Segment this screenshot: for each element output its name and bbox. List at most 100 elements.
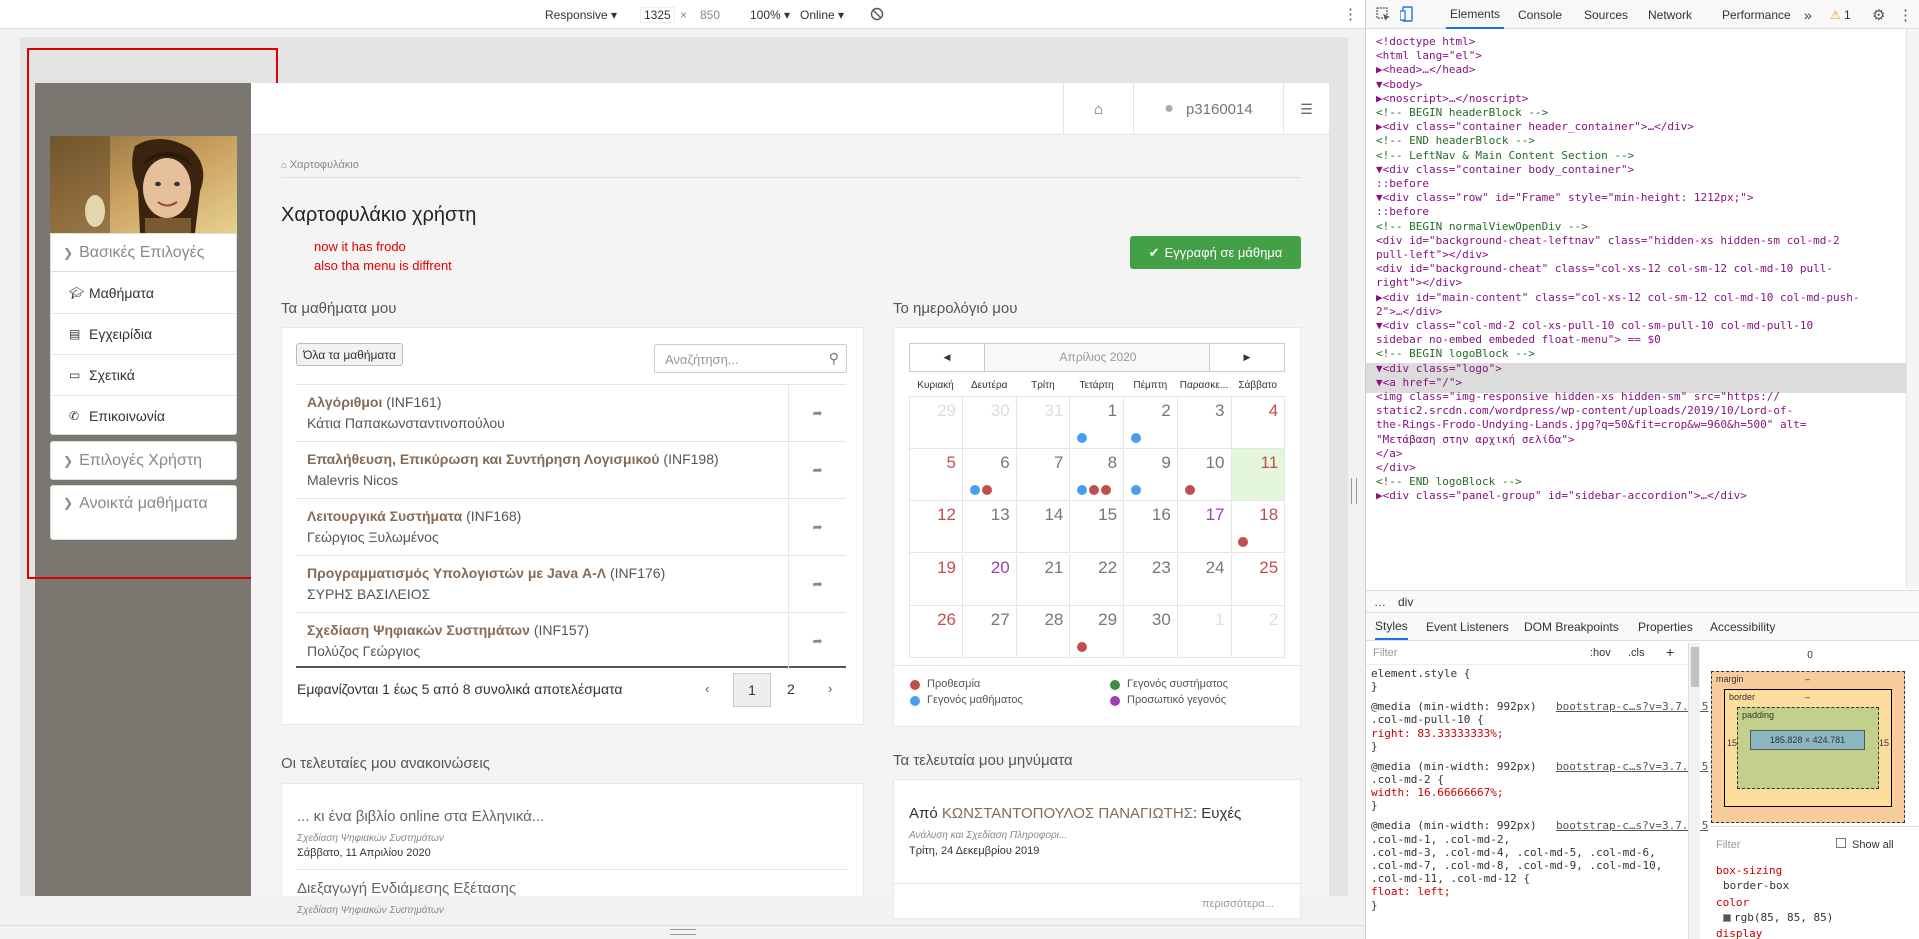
calendar-day[interactable]: 27 [963,605,1017,658]
event-dot[interactable] [1238,537,1249,548]
calendar-day[interactable]: 1 [1071,397,1125,449]
tab-console[interactable]: Console [1518,0,1562,29]
page-1[interactable]: 1 [733,673,771,707]
calendar-day[interactable]: 10 [1178,449,1232,502]
style-rule-line[interactable]: } [1371,799,1378,812]
calendar-day[interactable]: 2 [1232,605,1286,658]
device-select[interactable]: Responsive ▾ [545,8,617,22]
source-link[interactable]: bootstrap-c…s?v=3.7.5:5 [1556,700,1708,713]
enter-course-icon[interactable]: ➦ [788,442,846,498]
show-all-checkbox[interactable] [1836,838,1846,848]
dom-node-line[interactable]: ▶<head>…</head> [1376,63,1475,76]
announcement-title[interactable]: ... κι ένα βιβλίο online στα Ελληνικά... [297,808,544,825]
calendar-day[interactable]: 2 [1124,397,1178,449]
next-month-button[interactable]: ▶ [1209,344,1284,371]
style-rule-line[interactable]: .col-md-2 { [1371,773,1444,786]
enter-course-icon[interactable]: ➦ [788,556,846,612]
table-row[interactable]: Προγραμματισμός Υπολογιστών με Java Α-Λ … [296,555,846,612]
calendar-day[interactable]: 7 [1017,449,1071,502]
cls-toggle[interactable]: .cls [1628,647,1645,659]
page-prev[interactable]: ‹ [705,681,709,696]
enter-course-icon[interactable]: ➦ [788,499,846,555]
settings-button[interactable]: ☰ [1283,83,1329,135]
calendar-day[interactable]: 16 [1124,501,1178,554]
more-options-icon[interactable]: ⋮ [1343,5,1358,23]
calendar-day[interactable]: 31 [1017,397,1071,449]
device-toolbar-icon[interactable] [1400,6,1415,22]
announcement-title[interactable]: Διεξαγωγή Ενδιάμεσης Εξέτασης [297,880,516,897]
dom-scrollbar[interactable] [1906,29,1919,589]
dom-node-line[interactable]: ::before [1376,205,1429,218]
warning-icon[interactable]: ⚠ [1830,0,1841,29]
dom-node-line[interactable]: </a> [1376,447,1403,460]
tab-styles[interactable]: Styles [1375,614,1408,640]
home-button[interactable]: ⌂ [1063,83,1133,135]
more-tabs-button[interactable]: » [1804,0,1812,29]
table-row[interactable]: Σχεδίαση Ψηφιακών Συστημάτων (INF157) Πολ… [296,612,846,669]
dom-node-line[interactable]: right"></div> [1376,276,1462,289]
dom-node-line[interactable]: </div> [1376,461,1416,474]
event-dot[interactable] [981,485,992,496]
computed-prop[interactable]: display [1716,927,1762,939]
dom-node-line[interactable]: <!-- BEGIN logoBlock --> [1376,347,1535,360]
event-dot[interactable] [1130,433,1141,443]
calendar-day[interactable]: 30 [963,397,1017,449]
table-row[interactable]: Αλγόριθμοι (INF161) Κάτια Παπακωνσταντινο… [296,384,846,441]
event-dot[interactable] [1089,485,1100,496]
dom-node-line[interactable]: <div id="background-cheat-leftnav" class… [1376,234,1840,247]
style-rule-line[interactable]: .col-md-3, .col-md-4, .col-md-5, .col-md… [1371,846,1656,859]
event-dot[interactable] [1077,485,1088,496]
calendar-day[interactable]: 4 [1232,397,1286,449]
dom-node-line[interactable]: <!-- BEGIN normalViewOpenDiv --> [1376,220,1588,233]
dom-node-line[interactable]: ▼<div class="logo"> [1376,362,1502,375]
dom-node-line[interactable]: ▼<body> [1376,78,1422,91]
calendar-day[interactable]: 13 [963,501,1017,554]
dom-node-line[interactable]: ▼<a href="/"> [1376,376,1462,389]
calendar-day[interactable]: 24 [1178,553,1232,606]
register-course-button[interactable]: ✔ Εγγραφή σε μάθημα [1130,236,1301,269]
calendar-day[interactable]: 30 [1124,605,1178,658]
styles-scrollbar[interactable] [1688,643,1700,939]
dom-node-line[interactable]: ::before [1376,177,1429,190]
dom-node-line[interactable]: ▶<div id="main-content" class="col-xs-12… [1376,291,1859,304]
calendar-day[interactable]: 17 [1178,501,1232,554]
computed-filter-input[interactable]: Filter [1716,839,1740,851]
dom-node-line[interactable]: the-Rings-Frodo-Undying-Lands.jpg?q=50&f… [1376,418,1806,431]
style-rule-line[interactable]: @media (min-width: 992px) [1371,700,1537,713]
dom-node-line[interactable]: <img class="img-responsive hidden-xs hid… [1376,390,1780,403]
style-rule-line[interactable]: width: 16.66666667%; [1371,786,1503,799]
dom-node-line[interactable]: ▼<div class="col-md-2 col-xs-pull-10 col… [1376,319,1813,332]
message-title[interactable]: Από ΚΩΝΣΤΑΝΤΟΠΟΥΛΟΣ ΠΑΝΑΓΙΩΤΗΣ: Ευχές [909,805,1241,822]
new-rule-button[interactable]: + [1666,644,1674,660]
source-link[interactable]: bootstrap-c…s?v=3.7.5:5 [1556,760,1708,773]
dom-node-line[interactable]: <div id="background-cheat" class="col-xs… [1376,262,1833,275]
calendar-day[interactable]: 8 [1071,449,1125,502]
dom-node-line[interactable]: ▶<noscript>…</noscript> [1376,92,1528,105]
dom-node-line[interactable]: <!-- BEGIN headerBlock --> [1376,106,1548,119]
tab-elements[interactable]: Elements [1446,0,1505,29]
calendar-day[interactable]: 25 [1232,553,1286,606]
style-rule-line[interactable]: float: left; [1371,885,1450,898]
table-row[interactable]: Επαλήθευση, Επικύρωση και Συντήρηση Λογι… [296,441,846,498]
devtools-settings-icon[interactable]: ⚙ [1872,0,1885,29]
user-menu[interactable]: ● p3160014 [1133,83,1283,135]
tab-accessibility[interactable]: Accessibility [1710,614,1775,640]
calendar-day[interactable]: 15 [1071,501,1125,554]
source-link[interactable]: bootstrap-c…s?v=3.7.5:5 [1556,819,1708,832]
calendar-day[interactable]: 28 [1017,605,1071,658]
dom-node-line[interactable]: ▼<div class="row" id="Frame" style="min-… [1376,191,1754,204]
calendar-day[interactable]: 6 [963,449,1017,502]
hov-toggle[interactable]: :hov [1590,647,1611,659]
tab-performance[interactable]: Performance [1722,0,1791,29]
calendar-day[interactable]: 9 [1124,449,1178,502]
event-dot[interactable] [1101,485,1112,496]
calendar-day[interactable]: 11 [1232,449,1286,502]
style-rule-line[interactable]: .col-md-7, .col-md-8, .col-md-9, .col-md… [1371,859,1662,872]
page-next[interactable]: › [828,681,832,696]
tab-sources[interactable]: Sources [1584,0,1628,29]
calendar-day[interactable]: 29 [1071,605,1125,658]
breadcrumb-div[interactable]: div [1398,595,1413,609]
tab-network[interactable]: Network [1648,0,1692,29]
page-2[interactable]: 2 [787,681,795,697]
dom-node-line[interactable]: sidebar no-embed embeded float-menu"> ==… [1376,333,1661,346]
